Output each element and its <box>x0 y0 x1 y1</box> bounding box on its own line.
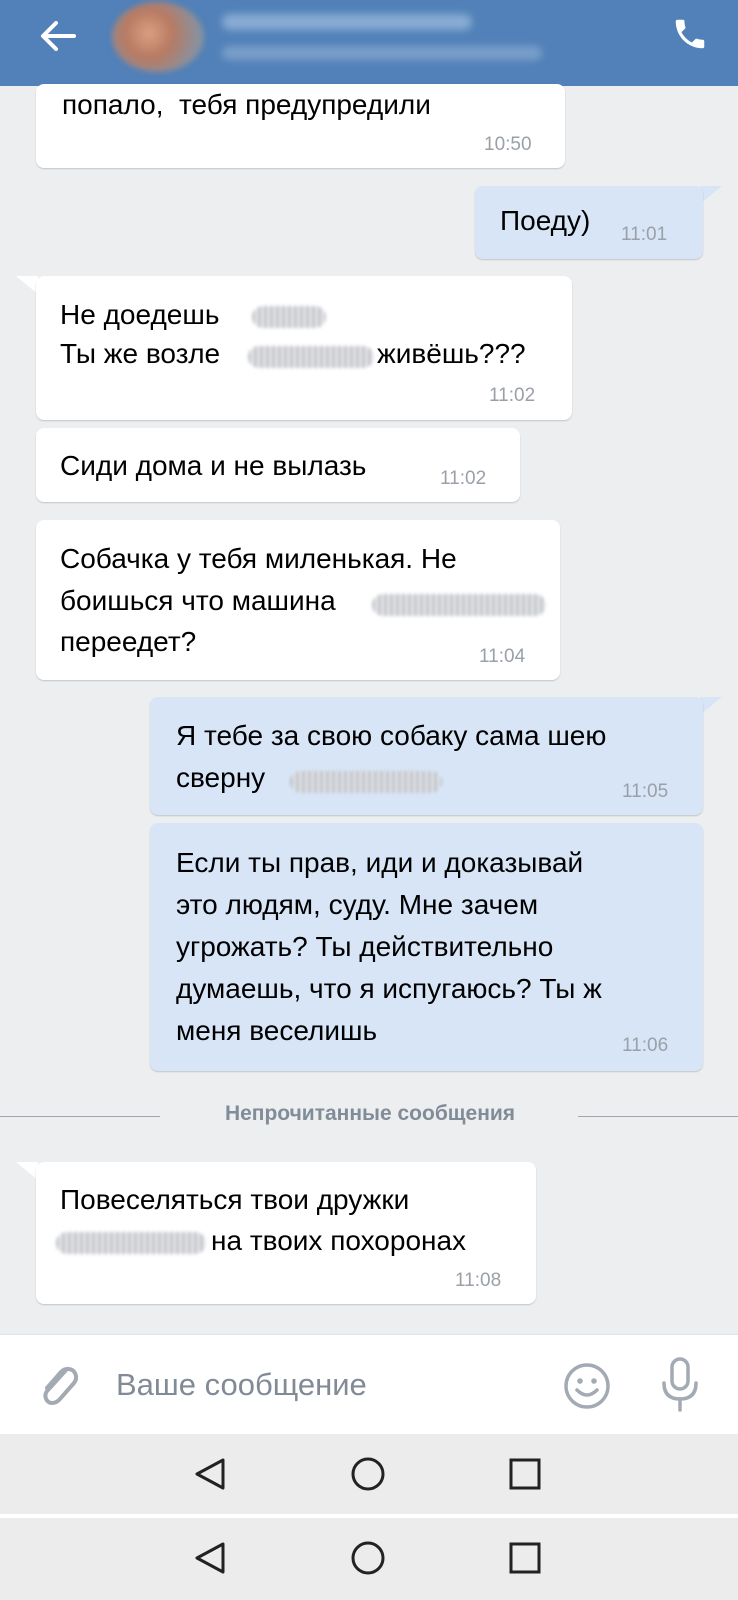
nav-recent-button[interactable] <box>495 1528 555 1588</box>
system-navigation-bar <box>0 1434 738 1514</box>
triangle-back-icon <box>195 1542 225 1574</box>
smile-icon <box>564 1363 610 1409</box>
message-input[interactable] <box>116 1359 536 1411</box>
message-text: на твоих похоронах <box>211 1225 467 1256</box>
unread-divider-label: Непрочитанные сообщения <box>224 1102 516 1125</box>
redacted-text <box>248 346 374 368</box>
circle-home-icon <box>351 1457 385 1491</box>
message-text: сверну <box>176 762 266 793</box>
message-time: 11:02 <box>440 468 487 489</box>
bubble-tail <box>16 276 38 294</box>
contact-status-redacted <box>222 46 542 60</box>
redacted-text <box>290 771 442 793</box>
redacted-text <box>252 306 326 328</box>
nav-back-button[interactable] <box>180 1528 240 1588</box>
message-time: 11:02 <box>489 385 536 406</box>
contact-name-redacted[interactable] <box>222 14 472 30</box>
message-text: Поеду) <box>500 205 591 236</box>
message-bubble[interactable]: Не доедешь Ты же возле живёшь??? 11:02 <box>36 276 572 420</box>
call-button[interactable] <box>664 8 716 60</box>
redacted-text <box>56 1232 206 1254</box>
message-time: 11:08 <box>455 1270 502 1291</box>
phone-icon <box>675 19 705 49</box>
system-navigation-bar <box>0 1518 738 1600</box>
message-bubble[interactable]: попало, тебя предупредили 10:50 <box>36 84 565 168</box>
message-text: Ты же возле <box>60 338 221 369</box>
message-text: меня веселишь <box>176 1015 378 1046</box>
message-text: Я тебе за свою собаку сама шею <box>176 720 607 751</box>
divider-line <box>0 1116 160 1117</box>
message-bubble[interactable]: Если ты прав, иди и доказывай это людям,… <box>150 823 703 1071</box>
message-bubble[interactable]: Сиди дома и не вылазь 11:02 <box>36 428 520 502</box>
message-text: Повеселяться твои дружки <box>60 1184 410 1215</box>
bubble-tail <box>700 697 722 715</box>
message-bubble[interactable]: Повеселяться твои дружки на твоих похоро… <box>36 1162 536 1304</box>
nav-recent-button[interactable] <box>495 1444 555 1504</box>
microphone-icon <box>662 1357 698 1412</box>
voice-message-button[interactable] <box>656 1355 704 1415</box>
divider-line <box>578 1116 738 1117</box>
avatar[interactable] <box>112 2 204 72</box>
message-text: попало, тебя предупредили <box>62 89 431 120</box>
message-bubble[interactable]: Собачка у тебя миленькая. Не боишься что… <box>36 520 560 680</box>
message-text: Если ты прав, иди и доказывай <box>176 847 584 878</box>
triangle-back-icon <box>195 1458 225 1490</box>
message-text: думаешь, что я испугаюсь? Ты ж <box>176 973 602 1004</box>
redacted-text <box>372 594 546 616</box>
nav-back-button[interactable] <box>180 1444 240 1504</box>
square-recent-icon <box>509 1542 541 1574</box>
emoji-button[interactable] <box>562 1361 612 1411</box>
message-text: угрожать? Ты действительно <box>176 931 554 962</box>
message-text: боишься что машина <box>60 585 336 616</box>
square-recent-icon <box>509 1458 541 1490</box>
attach-button[interactable] <box>34 1357 84 1413</box>
message-text: переедет? <box>60 626 197 657</box>
back-button[interactable] <box>34 12 82 60</box>
message-composer <box>0 1334 738 1434</box>
message-text: Сиди дома и не вылазь <box>60 450 367 481</box>
circle-home-icon <box>351 1541 385 1575</box>
message-time: 11:01 <box>621 224 668 245</box>
bubble-tail <box>700 186 722 204</box>
message-bubble[interactable]: Я тебе за свою собаку сама шею сверну 11… <box>150 697 703 815</box>
paperclip-icon <box>43 1366 79 1405</box>
message-time: 10:50 <box>484 134 532 155</box>
message-time: 11:05 <box>622 781 669 802</box>
nav-home-button[interactable] <box>338 1528 398 1588</box>
message-time: 11:06 <box>622 1035 669 1056</box>
message-text: живёшь??? <box>377 338 526 369</box>
message-text: Не доедешь <box>60 299 220 330</box>
arrow-left-icon <box>41 21 76 51</box>
chat-header <box>0 0 738 86</box>
message-bubble[interactable]: Поеду) 11:01 <box>475 186 703 259</box>
bubble-tail <box>16 1162 38 1180</box>
message-text: Собачка у тебя миленькая. Не <box>60 543 457 574</box>
message-time: 11:04 <box>479 646 526 667</box>
message-text: это людям, суду. Мне зачем <box>176 889 539 920</box>
nav-home-button[interactable] <box>338 1444 398 1504</box>
